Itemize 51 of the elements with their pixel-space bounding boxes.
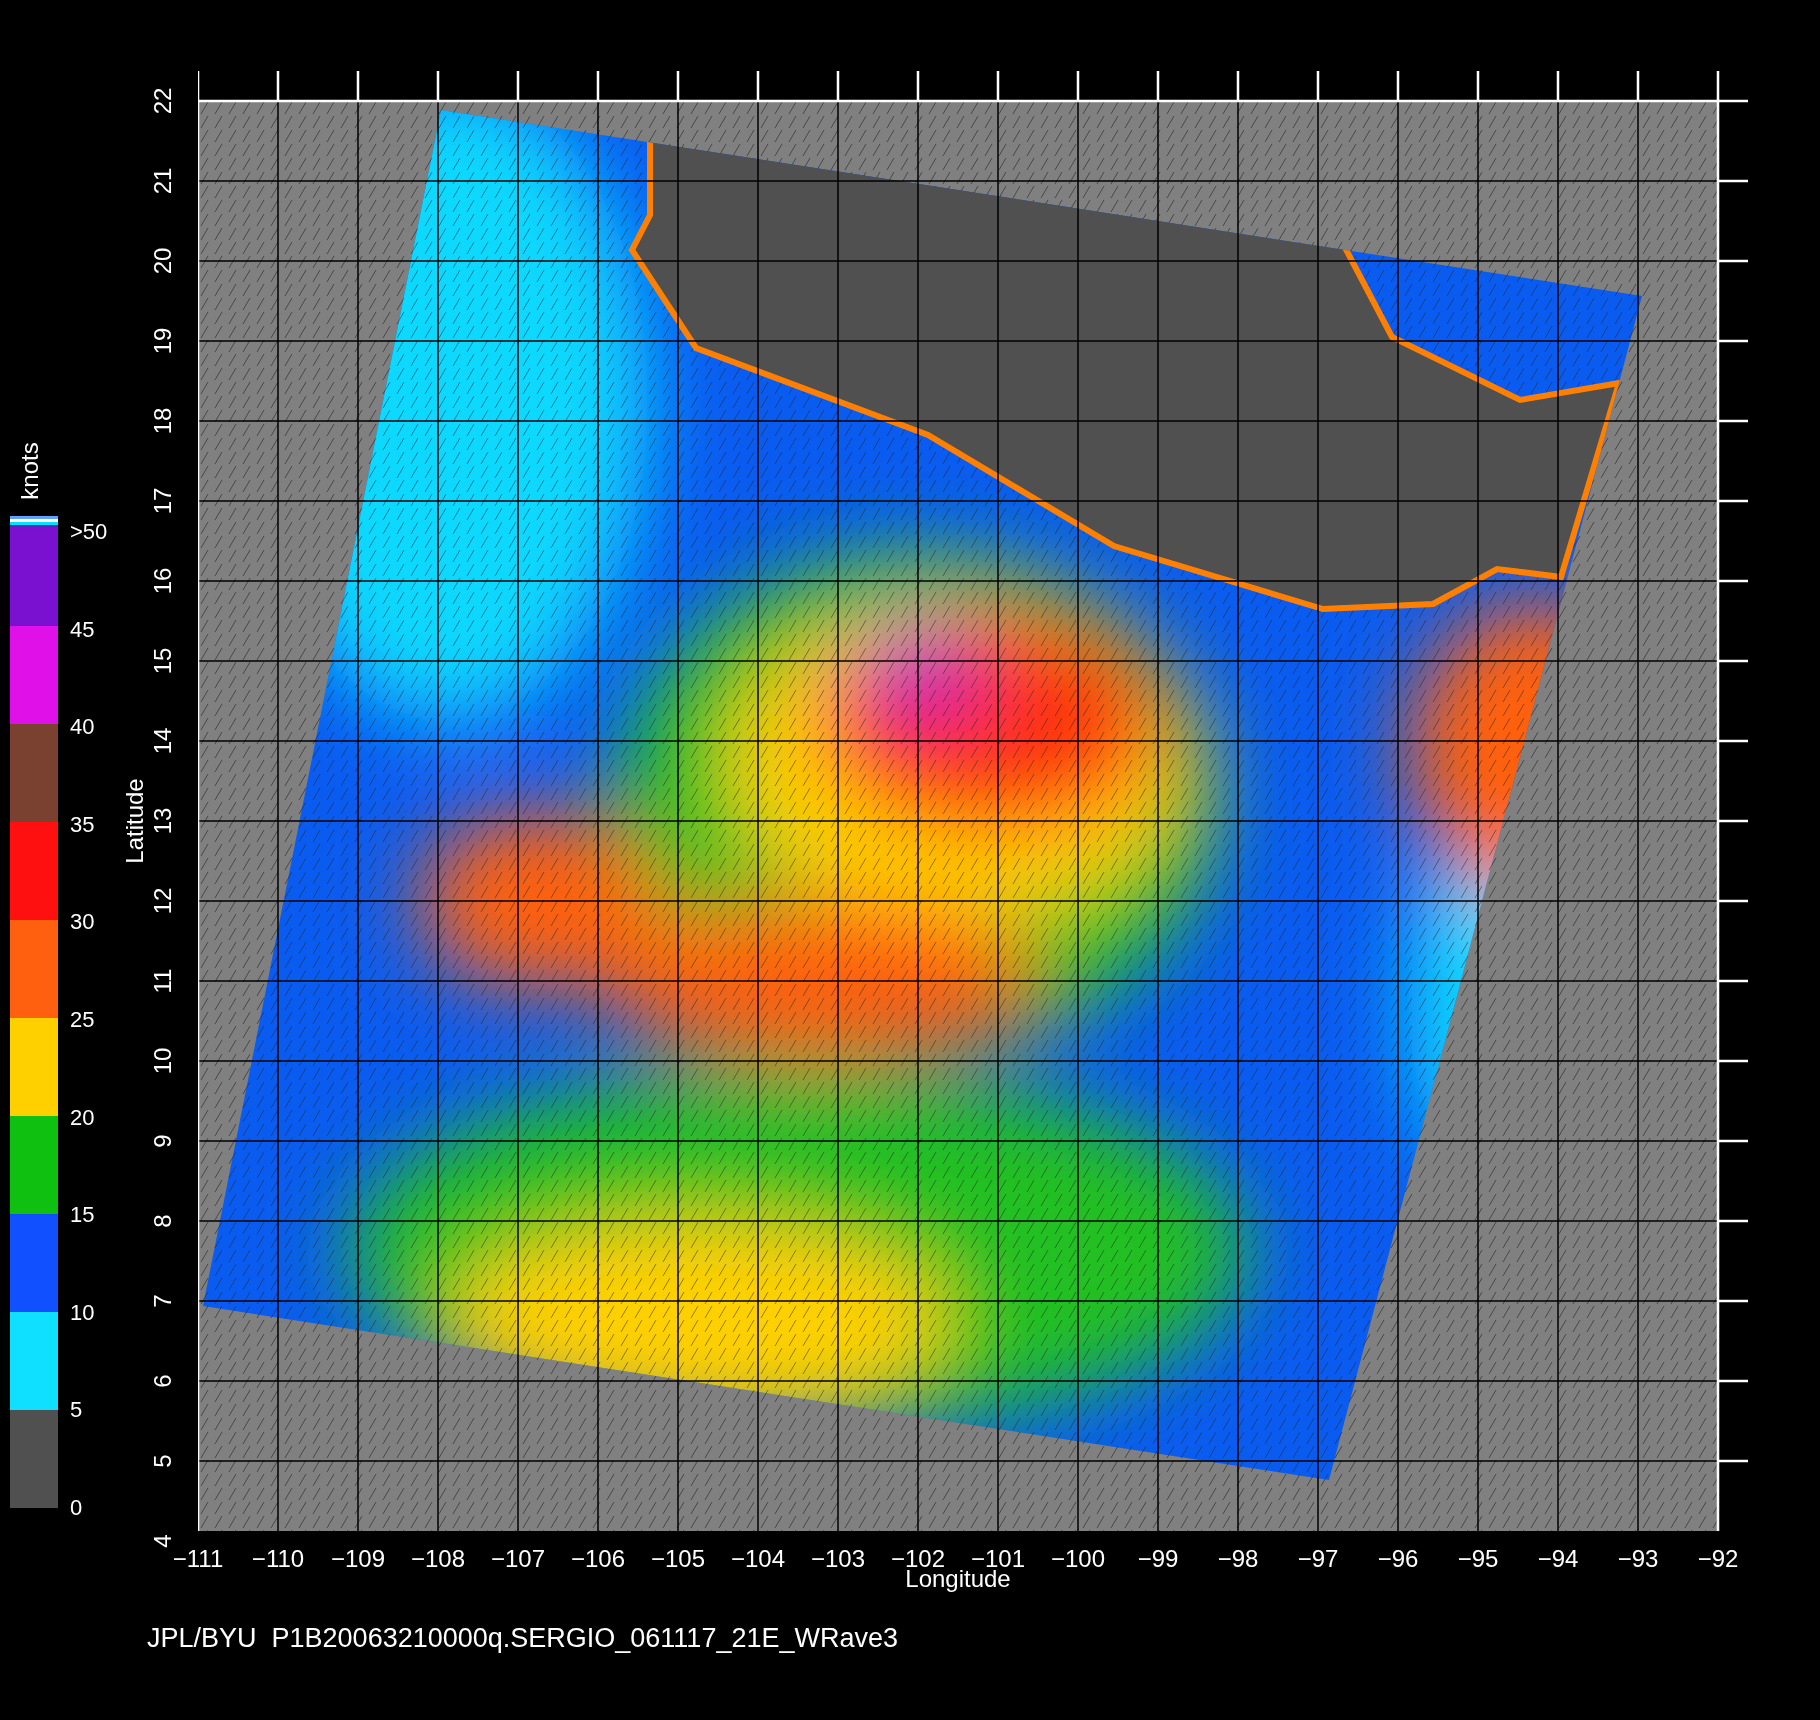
- x-tick-label: −106: [570, 1545, 626, 1573]
- x-tick-label: −109: [330, 1545, 386, 1573]
- colorbar-unit-label: knots: [16, 442, 44, 500]
- x-tick-label: −111: [172, 1545, 224, 1573]
- y-tick-label: 17: [149, 487, 177, 515]
- x-tick-label: −99: [1137, 1545, 1179, 1573]
- y-tick-label: 5: [149, 1454, 177, 1468]
- y-tick-label: 11: [149, 968, 177, 994]
- colorbar-tick-label: 0: [70, 1495, 84, 1520]
- y-tick-label: 20: [149, 247, 177, 275]
- y-tick-label: 16: [149, 567, 177, 595]
- x-tick-label: −92: [1697, 1545, 1739, 1573]
- colorbar-tick-label: 20: [70, 1105, 96, 1130]
- y-tick-label: 7: [149, 1294, 177, 1308]
- y-tick-label: 21: [149, 167, 177, 195]
- colorbar-tick-label: 10: [70, 1300, 96, 1325]
- x-tick-label: −95: [1457, 1545, 1499, 1573]
- x-tick-label: −94: [1537, 1545, 1579, 1573]
- y-tick-label: 12: [149, 887, 177, 915]
- y-tick-label: 18: [149, 407, 177, 435]
- y-tick-label: 8: [149, 1214, 177, 1228]
- y-axis-title: Latitude: [121, 778, 149, 864]
- x-tick-label: −105: [650, 1545, 706, 1573]
- y-tick-label: 15: [149, 647, 177, 675]
- x-tick-label: −110: [251, 1545, 305, 1573]
- colorbar-tick-label: 25: [70, 1007, 96, 1032]
- colorbar-tick-label: >50: [70, 520, 108, 544]
- y-tick-label: 22: [149, 87, 177, 115]
- x-tick-label: −104: [730, 1545, 786, 1573]
- y-tick-label: 13: [149, 807, 177, 835]
- colorbar-tick-label: 5: [70, 1398, 84, 1423]
- y-tick-label: 19: [149, 327, 177, 355]
- y-tick-label: 14: [149, 727, 177, 755]
- y-tick-label: 10: [149, 1047, 177, 1075]
- colorbar-tick-label: 30: [70, 910, 96, 935]
- colorbar-tick-label: 35: [70, 812, 96, 837]
- y-tick-label: 6: [149, 1374, 177, 1388]
- x-tick-label: −108: [410, 1545, 466, 1573]
- x-tick-label: −103: [810, 1545, 866, 1573]
- x-tick-label: −96: [1377, 1545, 1419, 1573]
- y-tick-label: 9: [149, 1134, 177, 1148]
- x-tick-label: −97: [1297, 1545, 1339, 1573]
- x-tick-label: −107: [490, 1545, 546, 1573]
- colorbar-tick-label: 15: [70, 1203, 96, 1228]
- x-tick-label: −98: [1217, 1545, 1259, 1573]
- x-tick-label: −93: [1617, 1545, 1659, 1573]
- image-caption: JPL/BYU P1B20063210000q.SERGIO_061117_21E_WRave3: [147, 1623, 898, 1654]
- colorbar-tick-label: 45: [70, 617, 96, 642]
- y-tick-label: 4: [149, 1534, 177, 1548]
- x-tick-label: −100: [1050, 1545, 1106, 1573]
- colorbar-tick-label: 40: [70, 715, 96, 740]
